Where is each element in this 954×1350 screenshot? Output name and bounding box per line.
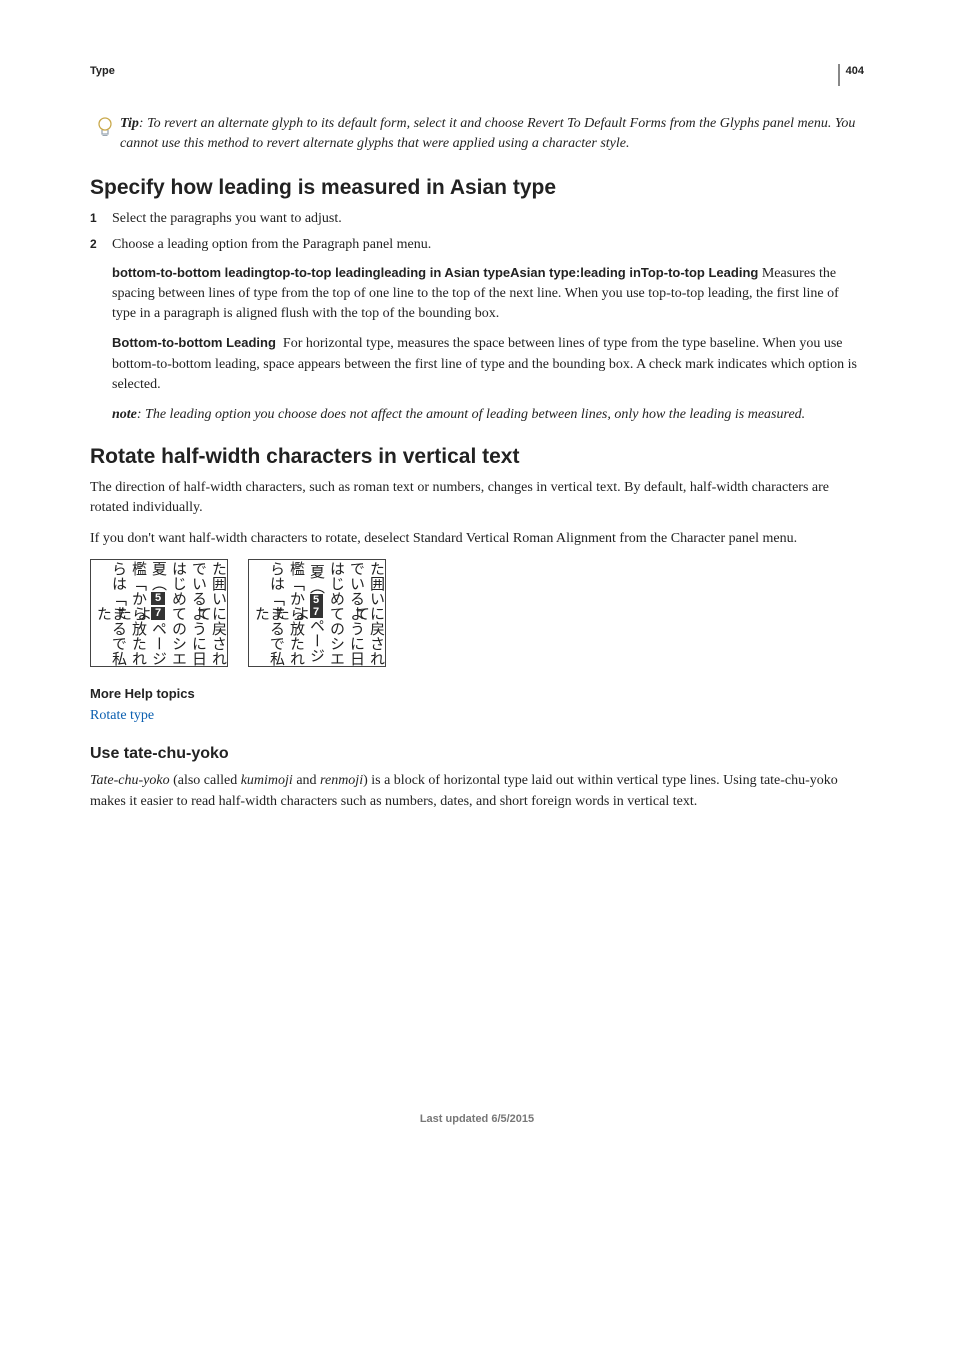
figure-right: た囲いに戻されて でいるように日 はじめてのシエ 夏︵57ページよ 檻﹁から放た… — [248, 559, 386, 667]
figure-vertical-text: た囲いに戻されて でいるように日 はじめてのシエ 夏︵57ページよ 檻﹁から放た… — [90, 559, 864, 667]
tip-block: Tip: To revert an alternate glyph to its… — [96, 114, 864, 155]
more-help-topics: More Help topics — [90, 685, 864, 704]
runin-top-to-top: bottom-to-bottom leadingtop-to-top leadi… — [112, 265, 758, 280]
step-2: Choose a leading option from the Paragra… — [90, 235, 864, 255]
definition-bottom-to-bottom: Bottom-to-bottom Leading For horizontal … — [112, 334, 864, 395]
runin-bottom-to-bottom: Bottom-to-bottom Leading — [112, 335, 276, 350]
note-block: note: The leading option you choose does… — [112, 405, 864, 425]
page-number: 404 — [838, 64, 864, 86]
tip-text: Tip: To revert an alternate glyph to its… — [120, 114, 864, 155]
lightbulb-icon — [96, 116, 114, 147]
section-label: Type — [90, 64, 115, 80]
tip-label: Tip — [120, 116, 139, 131]
definition-top-to-top: bottom-to-bottom leadingtop-to-top leadi… — [112, 264, 864, 325]
heading-tate-chu-yoko: Use tate-chu-yoko — [90, 742, 864, 765]
rotate-p2: If you don't want half-width characters … — [90, 529, 864, 549]
page-footer: Last updated 6/5/2015 — [90, 1112, 864, 1128]
figure-left: た囲いに戻されて でいるように日 はじめてのシエ 夏︵57ページよ 檻﹁から放た… — [90, 559, 228, 667]
note-label: note — [112, 407, 137, 422]
rotate-p1: The direction of half-width characters, … — [90, 478, 864, 519]
link-rotate-type[interactable]: Rotate type — [90, 708, 154, 723]
heading-rotate-halfwidth: Rotate half-width characters in vertical… — [90, 442, 864, 472]
tatechuyoko-p1: Tate-chu-yoko (also called kumimoji and … — [90, 771, 864, 812]
steps-list: Select the paragraphs you want to adjust… — [90, 209, 864, 256]
heading-specify-leading: Specify how leading is measured in Asian… — [90, 173, 864, 203]
page-header: Type 404 — [90, 64, 864, 86]
step-1: Select the paragraphs you want to adjust… — [90, 209, 864, 229]
